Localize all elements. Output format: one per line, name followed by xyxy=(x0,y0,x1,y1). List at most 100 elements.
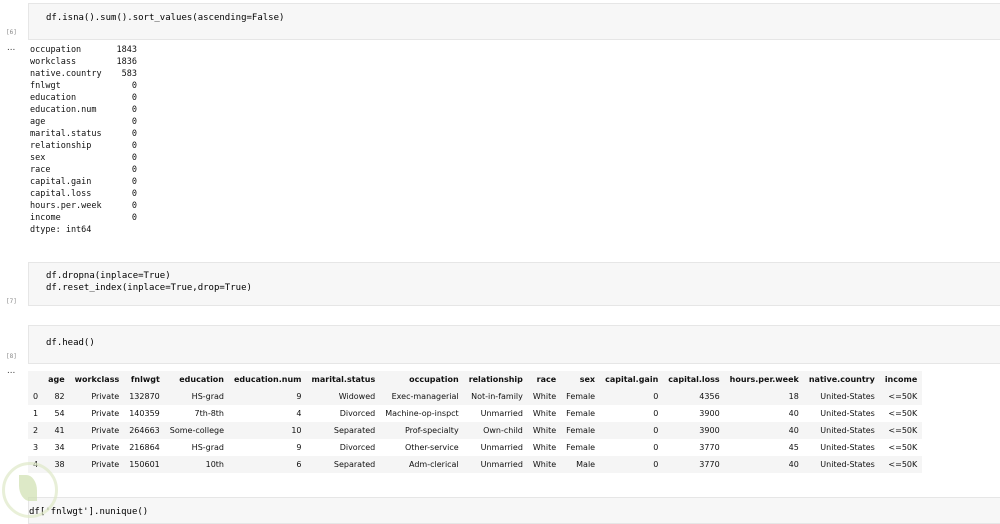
table-cell: Widowed xyxy=(338,392,376,401)
output-marker[interactable]: ... xyxy=(7,42,15,53)
code-cell-7[interactable]: df.dropna(inplace=True) df.reset_index(i… xyxy=(28,262,1000,306)
column-name: income xyxy=(30,213,61,223)
code-line[interactable]: df.dropna(inplace=True) xyxy=(46,270,171,282)
table-cell: 9 xyxy=(296,392,302,401)
na-count-row: fnlwgt 0 xyxy=(30,80,137,92)
na-count: 0 xyxy=(131,81,137,91)
table-cell: 40 xyxy=(788,460,799,469)
na-count: 0 xyxy=(131,117,137,127)
column-name: capital.gain xyxy=(30,177,92,187)
table-cell: Female xyxy=(566,443,596,452)
na-count-row: education.num 0 xyxy=(30,104,137,116)
column-header: income xyxy=(879,371,923,388)
na-count: 1836 xyxy=(116,57,137,67)
code-line[interactable]: df.reset_index(inplace=True,drop=True) xyxy=(46,282,252,294)
column-header: occupation xyxy=(380,371,464,388)
table-cell: 264663 xyxy=(129,426,160,435)
na-count: 0 xyxy=(131,213,137,223)
na-count-row: capital.loss 0 xyxy=(30,188,137,200)
table-cell: 6 xyxy=(296,460,302,469)
column-name: capital.loss xyxy=(30,189,92,199)
column-name: native.country xyxy=(30,69,102,79)
table-cell: 216864 xyxy=(129,443,160,452)
table-cell: Private xyxy=(91,409,120,418)
code-cell-6[interactable]: df.isna().sum().sort_values(ascending=Fa… xyxy=(28,3,1000,40)
table-row: 1 54 Private 140359 7th-8th 4 Divorced Machine-… xyxy=(28,405,922,422)
code-cell-8[interactable]: df.head() xyxy=(28,325,1000,364)
na-count: 0 xyxy=(131,189,137,199)
table-cell: HS-grad xyxy=(191,443,224,452)
table-cell: 40 xyxy=(788,409,799,418)
table-cell: Prof-specialty xyxy=(404,426,459,435)
table-cell: United-States xyxy=(820,392,875,401)
column-name: education xyxy=(30,93,77,103)
na-count-row: native.country 583 xyxy=(30,68,137,80)
column-header xyxy=(28,371,44,388)
column-name: race xyxy=(30,165,51,175)
table-cell: United-States xyxy=(820,409,875,418)
table-cell: 4356 xyxy=(699,392,720,401)
table-cell: 0 xyxy=(653,409,659,418)
table-cell: Not-in-family xyxy=(471,392,523,401)
code-cell-next[interactable]: df['fnlwgt'].nunique() xyxy=(28,497,1000,524)
column-header: hours.per.week xyxy=(724,371,804,388)
table-cell: <=50K xyxy=(888,460,918,469)
column-header: capital.loss xyxy=(663,371,725,388)
table-cell: 3900 xyxy=(699,409,720,418)
table-cell: United-States xyxy=(820,426,875,435)
na-count-row: education 0 xyxy=(30,92,137,104)
table-cell: Other-service xyxy=(404,443,459,452)
table-row: 0 82 Private 132870 HS-grad 9 Widowed Exec-mana… xyxy=(28,388,923,405)
table-cell: 9 xyxy=(296,443,302,452)
column-name: workclass xyxy=(30,57,77,67)
table-cell: Unmarried xyxy=(480,409,523,418)
table-cell: Divorced xyxy=(339,443,376,452)
table-cell: 3900 xyxy=(699,426,720,435)
table-cell: 10th xyxy=(205,460,224,469)
table-cell: 7th-8th xyxy=(194,409,224,418)
table-cell: 3770 xyxy=(699,460,720,469)
na-count: 0 xyxy=(131,201,137,211)
na-count-row: income 0 xyxy=(30,212,137,224)
column-header: age xyxy=(43,371,70,388)
table-cell: Unmarried xyxy=(480,443,523,452)
column-name: fnlwgt xyxy=(30,81,61,91)
table-row: 3 34 Private 216864 HS-grad 9 Divorced Other-se… xyxy=(28,439,922,456)
na-count-row: age 0 xyxy=(30,116,137,128)
table-cell: 41 xyxy=(54,426,65,435)
table-cell: Female xyxy=(566,392,596,401)
na-count: 0 xyxy=(131,129,137,139)
column-header: fnlwgt xyxy=(124,371,165,388)
table-cell: Exec-managerial xyxy=(391,392,459,401)
column-header: capital.gain xyxy=(600,371,664,388)
table-cell: Divorced xyxy=(339,409,376,418)
na-count: 0 xyxy=(131,165,137,175)
row-index: 1 xyxy=(33,409,39,418)
table-cell: 0 xyxy=(653,426,659,435)
code-text[interactable]: df.isna().sum().sort_values(ascending=Fa… xyxy=(46,12,284,24)
column-name: occupation xyxy=(30,45,82,55)
table-cell: Female xyxy=(566,409,596,418)
column-name: age xyxy=(30,117,46,127)
table-cell: Unmarried xyxy=(480,460,523,469)
table-cell: White xyxy=(532,460,557,469)
table-cell: Private xyxy=(91,426,120,435)
column-header: native.country xyxy=(803,371,880,388)
table-cell: 18 xyxy=(788,392,799,401)
code-text[interactable]: df.head() xyxy=(46,337,95,349)
table-cell: 0 xyxy=(653,460,659,469)
na-count: 0 xyxy=(131,105,137,115)
na-count: 583 xyxy=(121,69,137,79)
na-count-row: relationship 0 xyxy=(30,140,137,152)
na-count-row: occupation 1843 xyxy=(30,44,137,56)
output-marker[interactable]: ... xyxy=(7,365,15,376)
table-cell: Separated xyxy=(333,460,376,469)
watermark-logo-icon xyxy=(2,462,58,518)
table-cell: 3770 xyxy=(699,443,720,452)
table-cell: HS-grad xyxy=(191,392,224,401)
column-name: marital.status xyxy=(30,129,102,139)
exec-count: [7] xyxy=(6,298,17,305)
na-count-row: sex 0 xyxy=(30,152,137,164)
table-cell: 0 xyxy=(653,392,659,401)
table-cell: Private xyxy=(91,443,120,452)
